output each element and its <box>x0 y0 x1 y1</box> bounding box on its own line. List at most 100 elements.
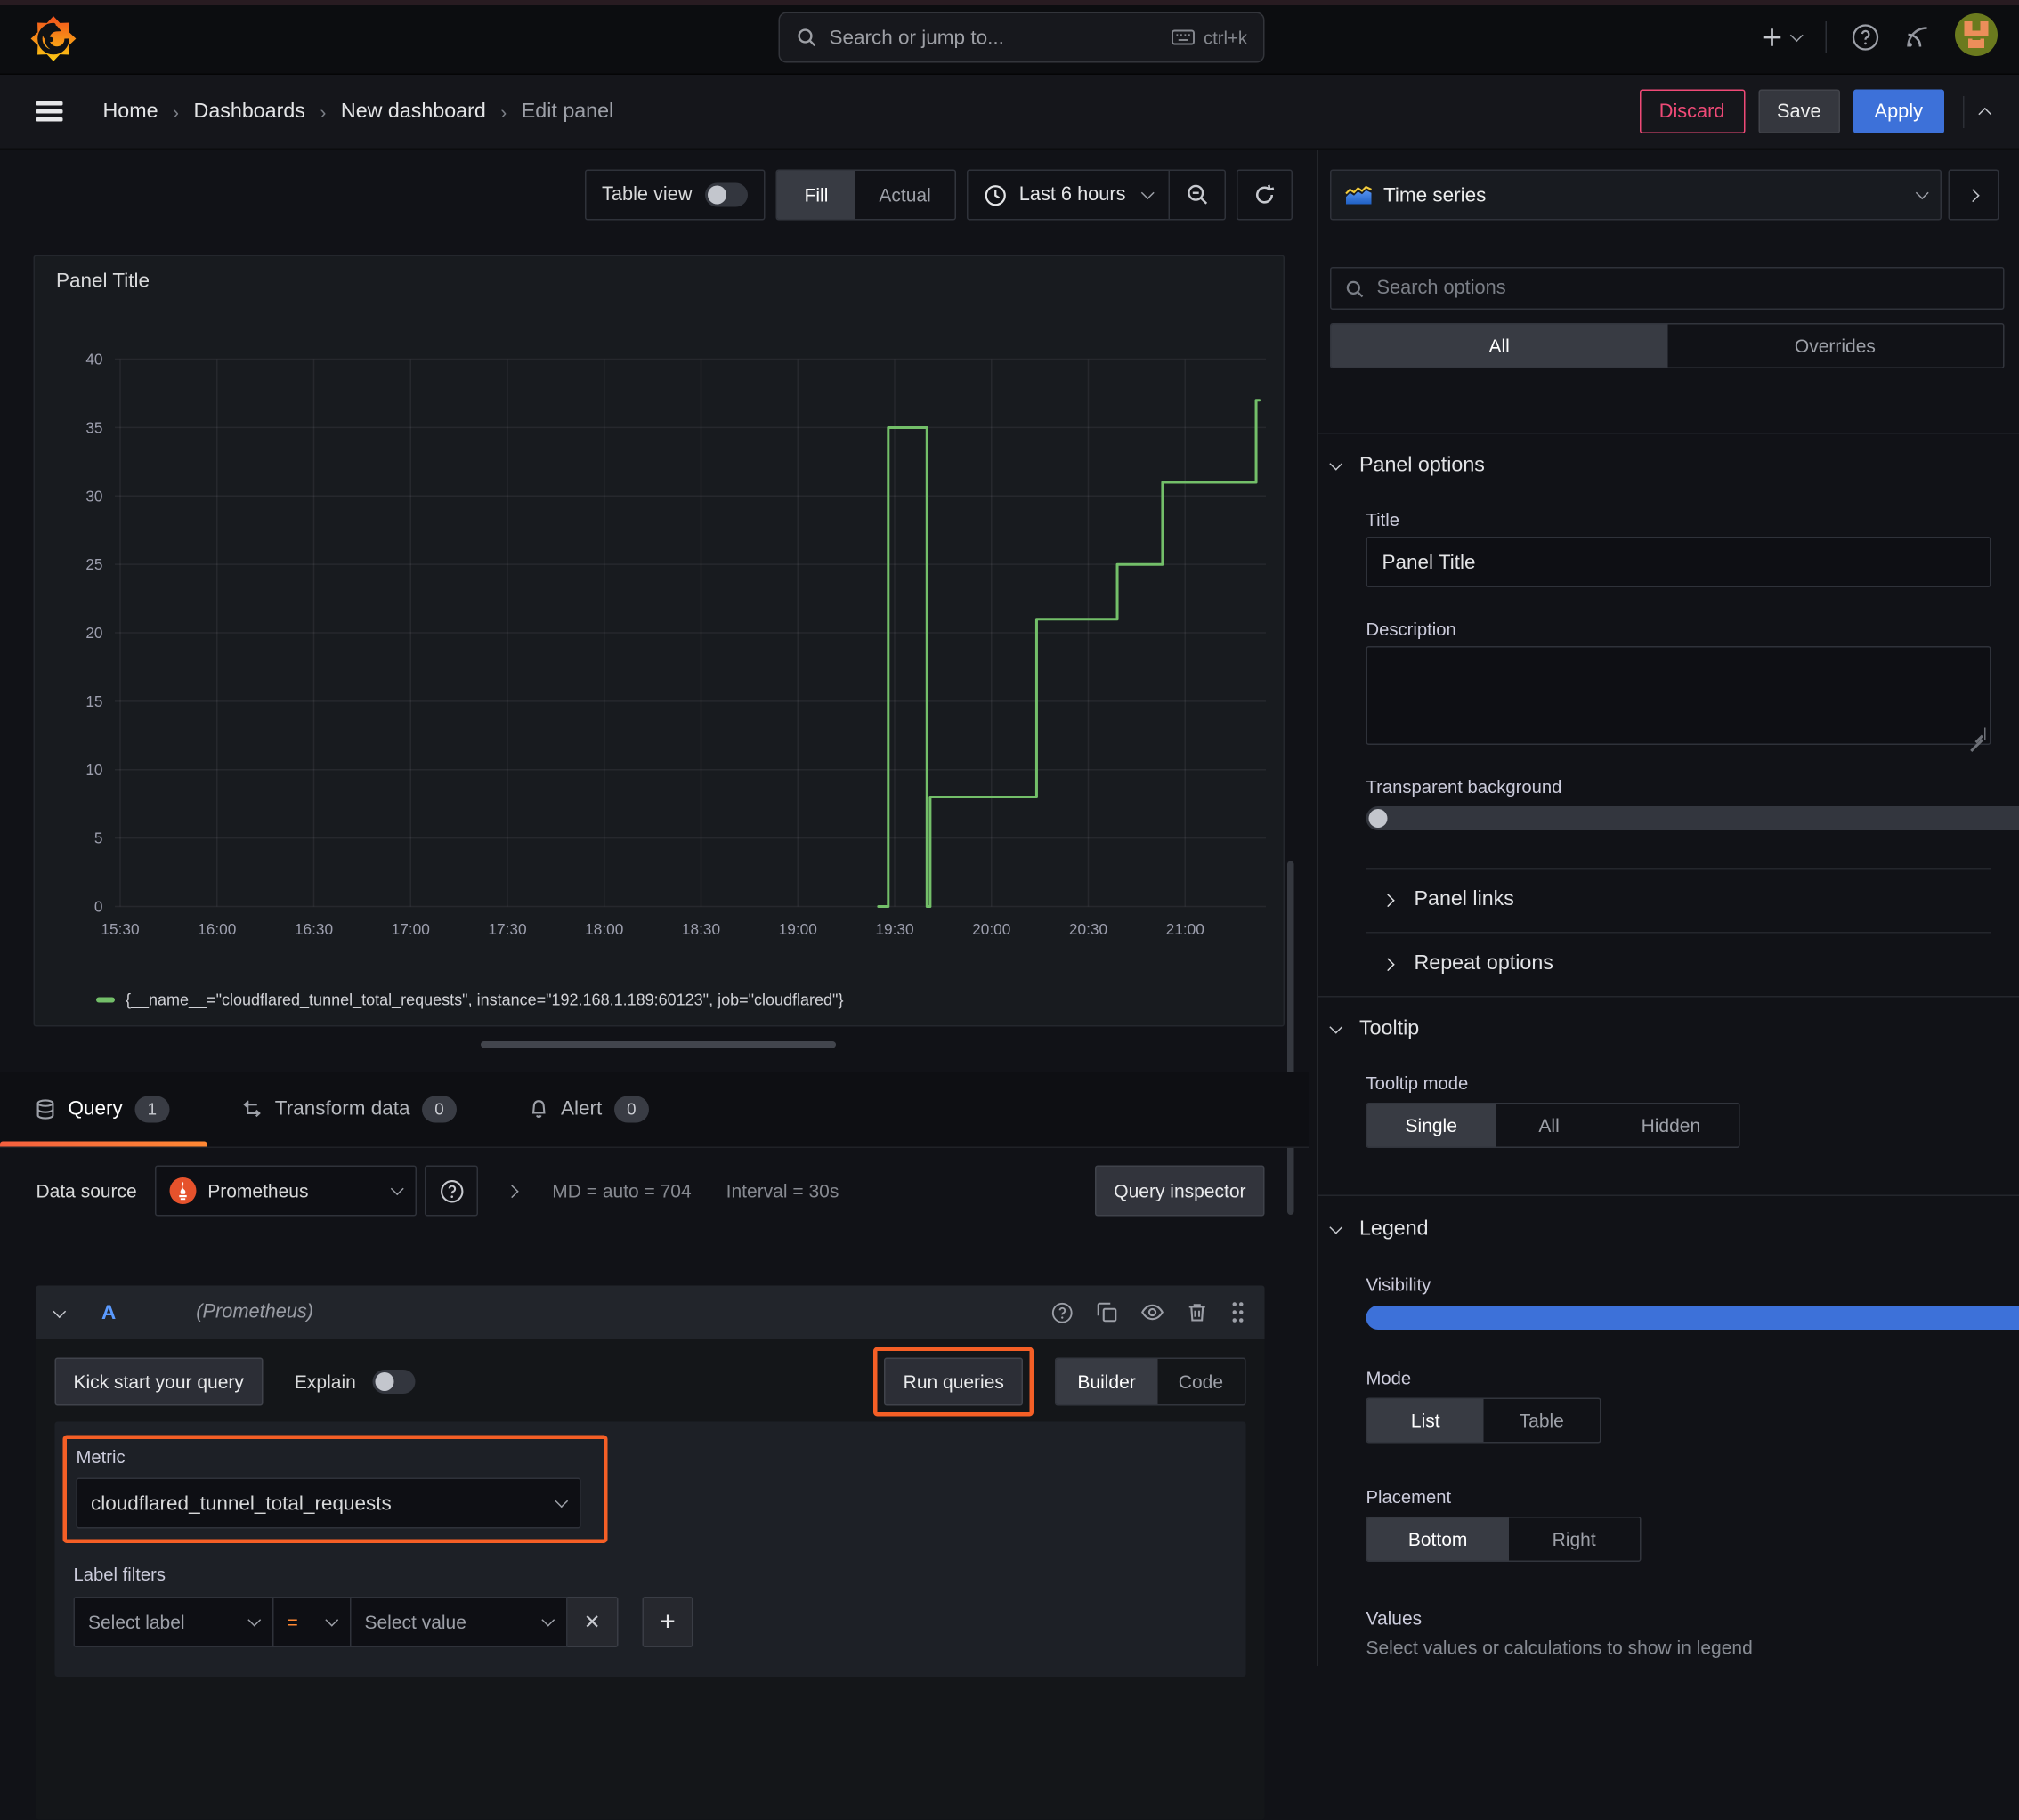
time-series-chart[interactable]: 051015202530354015:3016:0016:3017:0017:3… <box>35 310 1284 977</box>
visualization-caret-icon <box>1916 186 1929 199</box>
tab-alert[interactable]: Alert 0 <box>494 1071 686 1147</box>
transform-icon <box>241 1098 263 1120</box>
series-color-mark[interactable] <box>96 998 115 1003</box>
table-view-control[interactable]: Table view <box>585 170 766 221</box>
duplicate-query-icon[interactable] <box>1097 1302 1118 1323</box>
visualization-picker[interactable]: Time series <box>1330 170 1942 221</box>
svg-text:15: 15 <box>85 692 102 710</box>
new-menu-button[interactable] <box>1762 27 1802 48</box>
panel-title[interactable]: Panel Title <box>56 270 150 293</box>
breadcrumb-new-dashboard[interactable]: New dashboard <box>341 100 486 124</box>
tooltip-section-header[interactable]: Tooltip <box>1332 1017 2007 1041</box>
search-icon <box>796 27 817 48</box>
tab-transform-data[interactable]: Transform data 0 <box>207 1071 494 1147</box>
svg-text:17:30: 17:30 <box>488 920 526 938</box>
table-view-toggle[interactable] <box>706 183 749 207</box>
collapse-header-icon[interactable] <box>1978 108 1991 121</box>
query-help-icon[interactable] <box>1051 1301 1074 1324</box>
svg-text:10: 10 <box>85 761 102 779</box>
news-rss-icon[interactable] <box>1904 24 1931 51</box>
user-avatar[interactable] <box>1955 12 1998 62</box>
toggle-viz-picker-button[interactable] <box>1949 170 1999 221</box>
hide-query-icon[interactable] <box>1140 1302 1164 1323</box>
code-option[interactable]: Code <box>1157 1359 1245 1404</box>
discard-button[interactable]: Discard <box>1639 90 1745 134</box>
description-textarea[interactable] <box>1366 646 1991 745</box>
prometheus-icon <box>170 1177 197 1204</box>
query-inspector-button[interactable]: Query inspector <box>1095 1166 1264 1217</box>
chart-legend: {__name__="cloudflared_tunnel_total_requ… <box>96 991 843 1009</box>
transparent-background-toggle[interactable] <box>1366 806 2019 830</box>
panel-links-section-header[interactable]: Panel links <box>1366 868 2019 932</box>
select-value-caret-icon <box>541 1614 555 1627</box>
grafana-logo[interactable] <box>29 15 77 63</box>
query-row-header[interactable]: A (Prometheus) <box>36 1286 1265 1339</box>
legend-visibility-toggle[interactable] <box>1366 1306 2019 1330</box>
edit-panel-main-area: Table view Fill Actual Last 6 hours <box>0 150 1309 1666</box>
apply-button[interactable]: Apply <box>1853 90 1944 134</box>
tab-alert-label: Alert <box>561 1097 602 1120</box>
builder-option[interactable]: Builder <box>1056 1359 1156 1404</box>
datasource-picker[interactable]: Prometheus <box>156 1166 418 1217</box>
time-range-button[interactable]: Last 6 hours <box>969 171 1169 219</box>
mode-list-option[interactable]: List <box>1367 1399 1484 1442</box>
run-queries-button[interactable]: Run queries <box>885 1358 1023 1406</box>
global-search-input[interactable]: Search or jump to... ctrl+k <box>779 12 1265 63</box>
bell-icon <box>529 1098 549 1120</box>
svg-text:17:00: 17:00 <box>392 920 430 938</box>
delete-query-icon[interactable] <box>1188 1302 1208 1323</box>
options-search-input[interactable]: Search options <box>1330 267 2005 310</box>
time-series-viz-icon <box>1345 184 1374 206</box>
select-label-dropdown[interactable]: Select label <box>74 1597 274 1647</box>
placement-right-option[interactable]: Right <box>1508 1518 1640 1561</box>
breadcrumb-home[interactable]: Home <box>103 100 158 124</box>
tooltip-hidden-option[interactable]: Hidden <box>1603 1104 1739 1147</box>
add-filter-button[interactable]: + <box>643 1597 693 1647</box>
operator-dropdown[interactable]: = <box>274 1597 352 1647</box>
collapse-stats-icon[interactable] <box>507 1185 520 1198</box>
placement-bottom-option[interactable]: Bottom <box>1367 1518 1508 1561</box>
tab-query[interactable]: Query 1 <box>0 1071 207 1147</box>
alert-count-badge: 0 <box>614 1096 649 1122</box>
explain-toggle[interactable] <box>372 1370 415 1394</box>
legend-values-hint: Select values or calculations to show in… <box>1366 1637 2019 1658</box>
scope-overrides-option[interactable]: Overrides <box>1667 325 2003 368</box>
series-label[interactable]: {__name__="cloudflared_tunnel_total_requ… <box>126 991 843 1009</box>
scope-all-option[interactable]: All <box>1332 325 1667 368</box>
remove-filter-button[interactable]: ✕ <box>568 1597 619 1647</box>
query-collapse-icon[interactable] <box>53 1305 66 1318</box>
svg-text:16:00: 16:00 <box>198 920 236 938</box>
repeat-options-section-header[interactable]: Repeat options <box>1366 932 2019 996</box>
panel-title-input[interactable]: Panel Title <box>1366 537 1991 587</box>
metric-select[interactable]: cloudflared_tunnel_total_requests <box>77 1478 581 1529</box>
help-icon[interactable] <box>1851 23 1880 53</box>
drag-handle-icon[interactable] <box>1230 1300 1246 1324</box>
refresh-button[interactable] <box>1237 170 1293 221</box>
menu-toggle-icon[interactable] <box>36 101 63 122</box>
mode-table-option[interactable]: Table <box>1484 1399 1601 1442</box>
chevron-down-icon <box>1329 457 1342 471</box>
svg-text:18:30: 18:30 <box>682 920 720 938</box>
resize-handle[interactable] <box>481 1041 836 1048</box>
svg-text:40: 40 <box>85 351 102 368</box>
query-ref-id[interactable]: A <box>101 1301 116 1324</box>
kick-start-button[interactable]: Kick start your query <box>55 1358 263 1406</box>
panel-options-section-header[interactable]: Panel options <box>1332 454 2007 478</box>
breadcrumb-dashboards[interactable]: Dashboards <box>194 100 305 124</box>
tooltip-all-option[interactable]: All <box>1495 1104 1602 1147</box>
legend-mode-switcher: List Table <box>1366 1398 1601 1444</box>
svg-text:0: 0 <box>94 898 103 916</box>
zoom-out-button[interactable] <box>1169 171 1225 219</box>
legend-section-header[interactable]: Legend <box>1332 1217 2007 1242</box>
resize-grip-icon[interactable] <box>1974 728 1986 740</box>
select-value-dropdown[interactable]: Select value <box>352 1597 568 1647</box>
breadcrumb: Home › Dashboards › New dashboard › Edit… <box>103 100 614 124</box>
legend-mode-label: Mode <box>1366 1369 2019 1389</box>
datasource-help-button[interactable] <box>426 1166 479 1217</box>
save-button[interactable]: Save <box>1758 90 1840 134</box>
fill-option[interactable]: Fill <box>778 171 855 219</box>
tooltip-single-option[interactable]: Single <box>1367 1104 1495 1147</box>
chevron-down-icon <box>1329 1221 1342 1234</box>
actual-option[interactable]: Actual <box>855 171 954 219</box>
vertical-scrollbar[interactable] <box>1287 861 1294 1216</box>
